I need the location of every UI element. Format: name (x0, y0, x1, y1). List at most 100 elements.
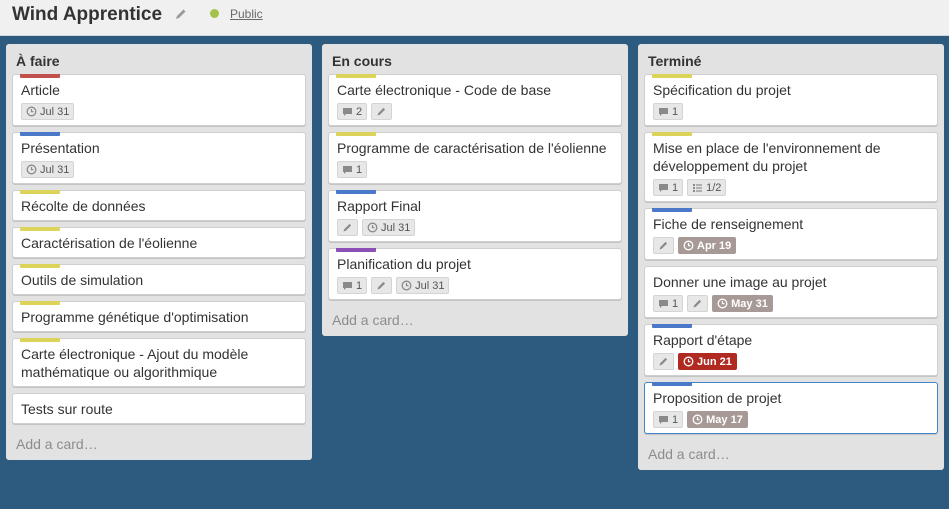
badge-comment: 2 (337, 103, 368, 120)
list-termine: Terminé Spécification du projet 1 Mise en … (638, 44, 944, 470)
card[interactable]: Programme génétique d'optimisation (12, 301, 306, 332)
badge-text: May 17 (706, 413, 743, 426)
card[interactable]: Planification du projet 1 Jul 31 (328, 248, 622, 300)
card-title: Proposition de projet (653, 390, 782, 406)
card-title: Rapport d'étape (653, 332, 753, 348)
card-badges: 1 1/2 (653, 179, 929, 196)
visibility-status-dot (210, 9, 219, 18)
badge-pencil (653, 237, 674, 254)
badge-comment: 1 (653, 179, 684, 196)
card-badges: Jul 31 (337, 219, 613, 236)
card-label-yellow (20, 227, 60, 231)
card[interactable]: Mise en place de l'environnement de déve… (644, 132, 938, 202)
card-label-yellow (652, 132, 692, 136)
card-badges: 1 May 17 (653, 411, 929, 428)
add-card-link[interactable]: Add a card… (328, 306, 622, 336)
card[interactable]: Caractérisation de l'éolienne (12, 227, 306, 258)
add-card-link[interactable]: Add a card… (644, 440, 938, 470)
clock-icon (717, 298, 728, 309)
card[interactable]: Récolte de données (12, 190, 306, 221)
clock-icon (401, 280, 412, 291)
add-card-link[interactable]: Add a card… (12, 430, 306, 460)
card[interactable]: Tests sur route (12, 393, 306, 424)
card-label-purple (336, 248, 376, 252)
badge-clock: May 17 (687, 411, 748, 428)
card[interactable]: Fiche de renseignement Apr 19 (644, 208, 938, 260)
comment-icon (658, 183, 669, 193)
card[interactable]: Rapport d'étape Jun 21 (644, 324, 938, 376)
card[interactable]: Donner une image au projet 1 May 31 (644, 266, 938, 318)
card-label-red (20, 74, 60, 78)
card-title: Tests sur route (21, 401, 113, 417)
card-title: Mise en place de l'environnement de déve… (653, 140, 881, 174)
badge-clock: Jul 31 (21, 103, 75, 120)
card[interactable]: Carte électronique - Code de base 2 (328, 74, 622, 126)
clock-icon (683, 356, 694, 367)
clock-icon (26, 106, 37, 117)
badge-text: 1 (672, 297, 679, 310)
card-badges: 1 Jul 31 (337, 277, 613, 294)
card-list: Spécification du projet 1 Mise en place de… (644, 74, 938, 434)
pencil-icon (376, 106, 387, 117)
card-title: Rapport Final (337, 198, 422, 214)
card-label-yellow (20, 264, 60, 268)
pencil-icon (342, 222, 353, 233)
card-title: Planification du projet (337, 256, 471, 272)
board-header: Wind Apprentice Public (0, 0, 949, 36)
card-title: Caractérisation de l'éolienne (21, 235, 198, 251)
badge-text: Apr 19 (697, 239, 732, 252)
badge-comment: 1 (337, 161, 368, 178)
list-title[interactable]: Terminé (644, 44, 938, 74)
badge-text: 1 (356, 279, 363, 292)
pencil-icon (376, 280, 387, 291)
card-title: Présentation (21, 140, 100, 156)
badge-text: 1 (672, 105, 679, 118)
card-title: Récolte de données (21, 198, 146, 214)
badge-text: Jul 31 (40, 163, 70, 176)
card-badges: 2 (337, 103, 613, 120)
badge-clock: Jul 31 (396, 277, 450, 294)
card[interactable]: Carte électronique - Ajout du modèle mat… (12, 338, 306, 387)
card-title: Donner une image au projet (653, 274, 827, 290)
badge-clock: May 31 (712, 295, 773, 312)
badge-pencil (337, 219, 358, 236)
badge-text: May 31 (731, 297, 768, 310)
card-title: Programme génétique d'optimisation (21, 309, 249, 325)
card[interactable]: Outils de simulation (12, 264, 306, 295)
card-title: Carte électronique - Code de base (337, 82, 552, 98)
pencil-icon[interactable] (174, 7, 188, 21)
card-badges: 1 (653, 103, 929, 120)
badge-text: Jul 31 (40, 105, 70, 118)
comment-icon (342, 165, 353, 175)
card[interactable]: Article Jul 31 (12, 74, 306, 126)
card[interactable]: Présentation Jul 31 (12, 132, 306, 184)
comment-icon (658, 299, 669, 309)
card[interactable]: Rapport Final Jul 31 (328, 190, 622, 242)
card-label-blue (652, 324, 692, 328)
card[interactable]: Proposition de projet 1 May 17 (644, 382, 938, 434)
card-label-yellow (336, 74, 376, 78)
card[interactable]: Spécification du projet 1 (644, 74, 938, 126)
board-title[interactable]: Wind Apprentice (12, 4, 162, 26)
list-title[interactable]: À faire (12, 44, 306, 74)
badge-pencil (371, 277, 393, 294)
pencil-icon (658, 240, 669, 251)
list-title[interactable]: En cours (328, 44, 622, 74)
clock-icon (683, 240, 694, 251)
card-title: Spécification du projet (653, 82, 791, 98)
card-title: Carte électronique - Ajout du modèle mat… (21, 346, 249, 380)
pencil-icon (692, 298, 703, 309)
comment-icon (342, 281, 353, 291)
card[interactable]: Programme de caractérisation de l'éolien… (328, 132, 622, 184)
card-label-yellow (652, 74, 692, 78)
visibility-link[interactable]: Public (230, 7, 263, 21)
card-list: Carte électronique - Code de base 2 Progra… (328, 74, 622, 300)
card-label-yellow (20, 301, 60, 305)
clock-icon (692, 414, 703, 425)
badge-text: Jul 31 (381, 221, 411, 234)
badge-pencil (653, 353, 674, 370)
badge-text: 2 (356, 105, 363, 118)
card-title: Outils de simulation (21, 272, 144, 288)
badge-text: Jul 31 (415, 279, 445, 292)
card-title: Article (21, 82, 60, 98)
